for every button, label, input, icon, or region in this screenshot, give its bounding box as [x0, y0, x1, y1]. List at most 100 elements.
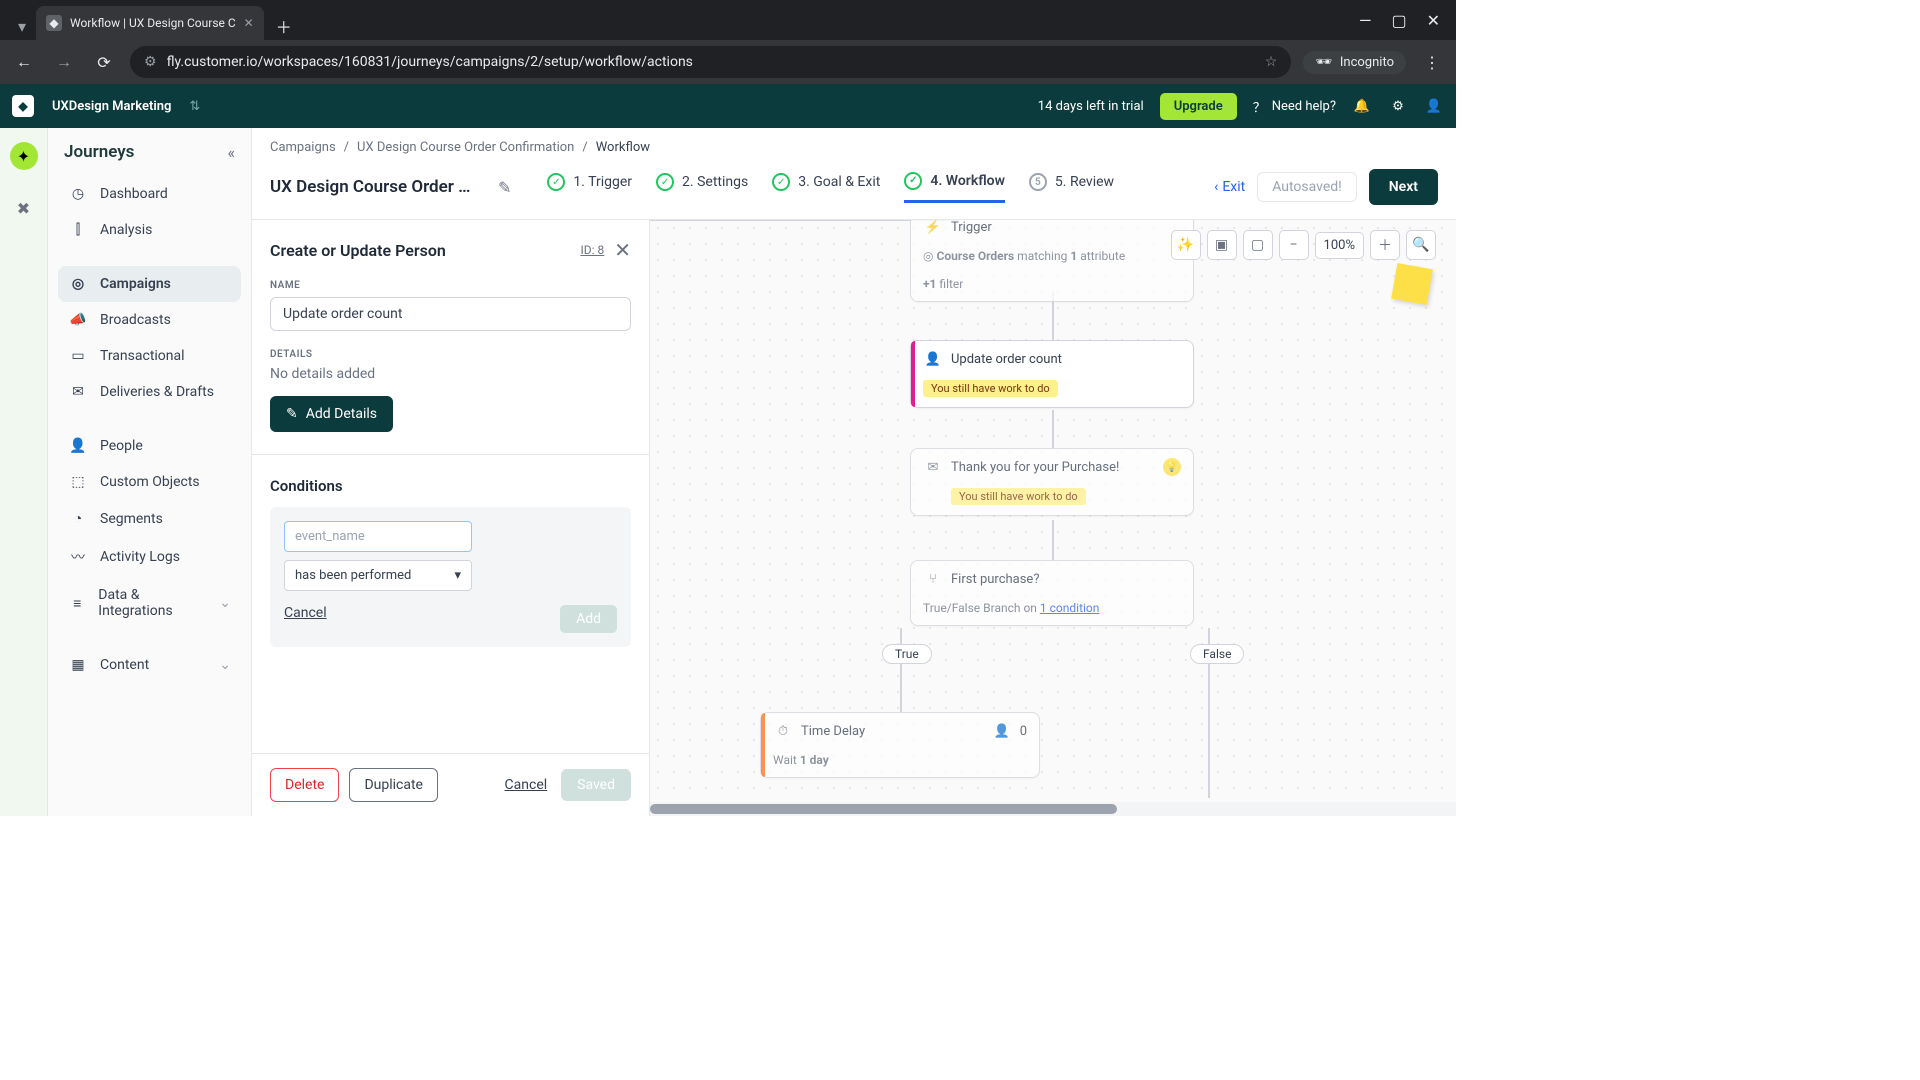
- sidebar-item-segments[interactable]: ◔Segments: [58, 500, 241, 537]
- delete-action-button[interactable]: Delete: [270, 768, 339, 802]
- target-icon: ◎: [68, 276, 88, 292]
- details-empty-text: No details added: [270, 366, 631, 382]
- lightbulb-icon: 💡: [1163, 458, 1181, 476]
- megaphone-icon: 📣: [68, 312, 88, 328]
- edit-title-icon[interactable]: ✎: [498, 178, 511, 197]
- incognito-badge[interactable]: 🕶 Incognito: [1303, 51, 1406, 74]
- time-delay-node[interactable]: ⏱ Time Delay 👤 0 Wait 1 day: [760, 712, 1040, 778]
- step-trigger[interactable]: ✓1. Trigger: [547, 172, 632, 203]
- action-id-link[interactable]: ID: 8: [580, 243, 604, 257]
- browser-chrome: ▾ ◆ Workflow | UX Design Course C ✕ ＋ — …: [0, 0, 1456, 84]
- duplicate-action-button[interactable]: Duplicate: [349, 768, 438, 802]
- ai-suggest-icon[interactable]: ✨: [1171, 230, 1201, 260]
- horizontal-scrollbar[interactable]: [650, 802, 1456, 816]
- tab-favicon-icon: ◆: [46, 15, 62, 31]
- browser-menu-icon[interactable]: ⋮: [1418, 48, 1446, 76]
- forward-icon[interactable]: →: [50, 48, 78, 76]
- sticky-note-icon[interactable]: ▢: [1243, 230, 1273, 260]
- account-icon[interactable]: 👤: [1424, 96, 1444, 116]
- bookmark-star-icon[interactable]: ☆: [1265, 54, 1278, 70]
- breadcrumb-campaigns[interactable]: Campaigns: [270, 140, 336, 155]
- step-review[interactable]: 55. Review: [1029, 172, 1114, 203]
- rail-other-icon[interactable]: ✖: [10, 194, 38, 222]
- clock-icon: ⏱: [773, 721, 793, 741]
- transactional-icon: ▭: [68, 348, 88, 364]
- details-label: DETAILS: [270, 349, 631, 360]
- help-link[interactable]: ？ Need help?: [1253, 97, 1336, 116]
- check-icon: ✓: [772, 173, 790, 191]
- pencil-icon: ✎: [286, 406, 298, 422]
- step-settings[interactable]: ✓2. Settings: [656, 172, 748, 203]
- sidebar-item-campaigns[interactable]: ◎Campaigns: [58, 266, 241, 302]
- thank-you-node[interactable]: ✉ Thank you for your Purchase! 💡 You sti…: [910, 448, 1194, 516]
- person-icon: 👤: [68, 438, 88, 454]
- search-icon[interactable]: 🔍: [1406, 230, 1436, 260]
- workflow-canvas[interactable]: ✨ ▣ ▢ − 100% ＋ 🔍 ⚡Trigger: [650, 220, 1456, 816]
- next-button[interactable]: Next: [1369, 169, 1438, 205]
- product-rail: ✦ ✖: [0, 128, 48, 816]
- step-workflow[interactable]: ✓4. Workflow: [904, 172, 1005, 203]
- event-name-input[interactable]: [284, 521, 472, 552]
- update-order-node[interactable]: 👤Update order count You still have work …: [910, 340, 1194, 408]
- branch-node[interactable]: ⑂First purchase? True/False Branch on 1 …: [910, 560, 1194, 626]
- breadcrumb-campaign-name[interactable]: UX Design Course Order Confirmation: [357, 140, 574, 155]
- notifications-icon[interactable]: 🔔: [1352, 96, 1372, 116]
- close-window-icon[interactable]: ✕: [1427, 11, 1440, 30]
- sidebar-item-dashboard[interactable]: ◷Dashboard: [58, 176, 241, 212]
- reload-icon[interactable]: ⟳: [90, 48, 118, 76]
- rail-journeys-icon[interactable]: ✦: [10, 142, 38, 170]
- chevron-left-icon: ‹: [1214, 179, 1218, 195]
- sidebar-item-people[interactable]: 👤People: [58, 428, 241, 464]
- image-icon[interactable]: ▣: [1207, 230, 1237, 260]
- upgrade-button[interactable]: Upgrade: [1160, 93, 1237, 120]
- sidebar-item-custom-objects[interactable]: ⬚Custom Objects: [58, 464, 241, 500]
- app-logo-icon[interactable]: ◆: [12, 95, 34, 117]
- close-tab-icon[interactable]: ✕: [244, 16, 254, 30]
- tab-dropdown-icon[interactable]: ▾: [8, 12, 36, 40]
- name-label: NAME: [270, 280, 631, 291]
- new-tab-button[interactable]: ＋: [270, 12, 298, 40]
- zoom-level[interactable]: 100%: [1315, 232, 1364, 259]
- sticky-note[interactable]: [1391, 263, 1433, 305]
- back-icon[interactable]: ←: [10, 48, 38, 76]
- browser-tab[interactable]: ◆ Workflow | UX Design Course C ✕: [36, 6, 264, 40]
- sidebar-item-activity-logs[interactable]: 〰Activity Logs: [58, 537, 241, 577]
- sidebar-item-broadcasts[interactable]: 📣Broadcasts: [58, 302, 241, 338]
- exit-link[interactable]: ‹Exit: [1214, 179, 1245, 195]
- help-icon: ？: [1253, 97, 1266, 116]
- trigger-node[interactable]: ⚡Trigger ◎ Course Orders matching 1 attr…: [910, 220, 1194, 302]
- conditions-heading: Conditions: [270, 477, 631, 495]
- breadcrumb-current: Workflow: [596, 140, 650, 155]
- settings-gear-icon[interactable]: ⚙: [1388, 96, 1408, 116]
- sidebar-item-deliveries[interactable]: ✉Deliveries & Drafts: [58, 374, 241, 410]
- condition-cancel-link[interactable]: Cancel: [284, 605, 327, 633]
- action-name-input[interactable]: [270, 297, 631, 331]
- close-panel-icon[interactable]: ✕: [614, 238, 631, 262]
- incognito-icon: 🕶: [1315, 55, 1332, 70]
- condition-operator-select[interactable]: has been performed ▾: [284, 560, 472, 591]
- zoom-out-icon[interactable]: −: [1279, 230, 1309, 260]
- sidebar-item-content[interactable]: ▦Content⌄: [58, 647, 241, 683]
- sidebar-item-data-integrations[interactable]: ≡Data & Integrations⌄: [58, 577, 241, 629]
- sidebar-item-transactional[interactable]: ▭Transactional: [58, 338, 241, 374]
- sidebar: Journeys « ◷Dashboard ⫿Analysis ◎Campaig…: [48, 128, 252, 816]
- workspace-name[interactable]: UXDesign Marketing: [52, 99, 171, 114]
- minimize-icon[interactable]: —: [1359, 11, 1372, 30]
- address-bar[interactable]: ⚙ fly.customer.io/workspaces/160831/jour…: [130, 46, 1291, 78]
- panel-saved-button[interactable]: Saved: [561, 769, 631, 801]
- chevron-down-icon: ⌄: [219, 595, 231, 611]
- action-editor-panel: Create or Update Person ID: 8 ✕ NAME DET…: [252, 220, 650, 816]
- sidebar-item-analysis[interactable]: ⫿Analysis: [58, 212, 241, 248]
- collapse-sidebar-icon[interactable]: «: [227, 143, 235, 162]
- panel-cancel-link[interactable]: Cancel: [505, 777, 548, 793]
- maximize-icon[interactable]: ▢: [1391, 11, 1406, 30]
- condition-link[interactable]: 1 condition: [1040, 601, 1099, 615]
- add-details-button[interactable]: ✎Add Details: [270, 396, 393, 432]
- step-number-icon: 5: [1029, 173, 1047, 191]
- site-info-icon[interactable]: ⚙: [144, 54, 157, 70]
- zoom-in-icon[interactable]: ＋: [1370, 230, 1400, 260]
- workspace-switcher-icon[interactable]: ⇅: [189, 99, 200, 114]
- sidebar-title: Journeys: [64, 142, 134, 162]
- step-goal-exit[interactable]: ✓3. Goal & Exit: [772, 172, 880, 203]
- condition-add-button[interactable]: Add: [560, 605, 617, 633]
